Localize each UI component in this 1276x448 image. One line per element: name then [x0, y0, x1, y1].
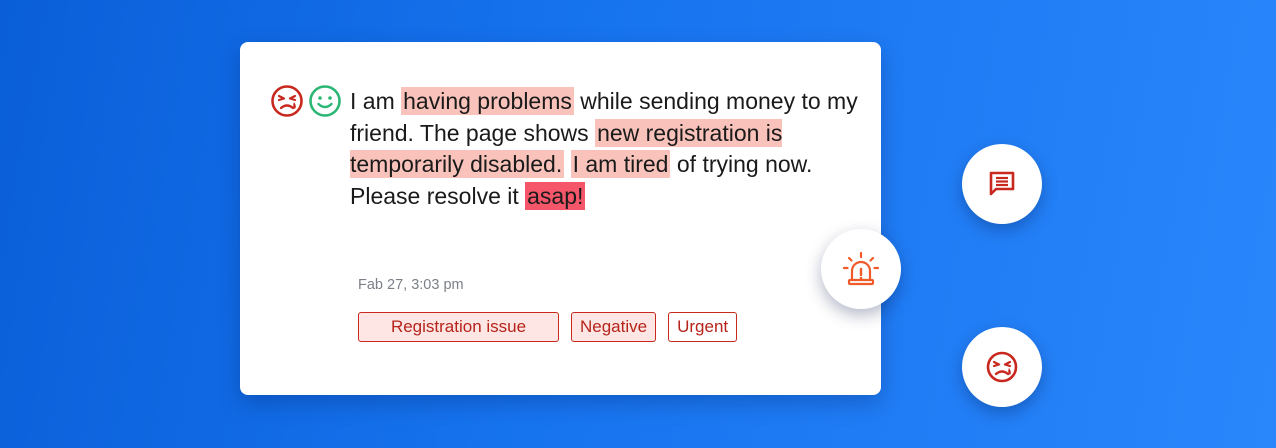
smiley-face-icon	[308, 84, 342, 118]
negative-sentiment-button[interactable]	[962, 327, 1042, 407]
tag-negative[interactable]: Negative	[571, 312, 657, 342]
message-text: I am having problems while sending money…	[350, 86, 870, 212]
urgent-phrase: asap!	[525, 181, 586, 210]
comment-button[interactable]	[962, 144, 1042, 224]
urgent-alert-button[interactable]	[821, 229, 901, 309]
message-timestamp: Fab 27, 3:03 pm	[358, 277, 464, 293]
message-segment: I am	[350, 88, 402, 114]
comment-icon	[987, 169, 1017, 199]
message-card: I am having problems while sending money…	[240, 42, 881, 395]
tag-urgent[interactable]: Urgent	[668, 312, 738, 342]
alarm-siren-icon	[841, 249, 881, 289]
tag-list: Registration issue Negative Urgent	[358, 312, 738, 342]
frustrated-face-icon	[985, 350, 1019, 384]
sentiment-indicators	[270, 84, 342, 118]
tag-registration-issue[interactable]: Registration issue	[358, 312, 559, 342]
highlighted-phrase: having problems	[401, 87, 574, 115]
message-segment	[564, 151, 570, 177]
frustrated-face-icon	[270, 84, 304, 118]
highlighted-phrase: I am tired	[570, 150, 671, 178]
